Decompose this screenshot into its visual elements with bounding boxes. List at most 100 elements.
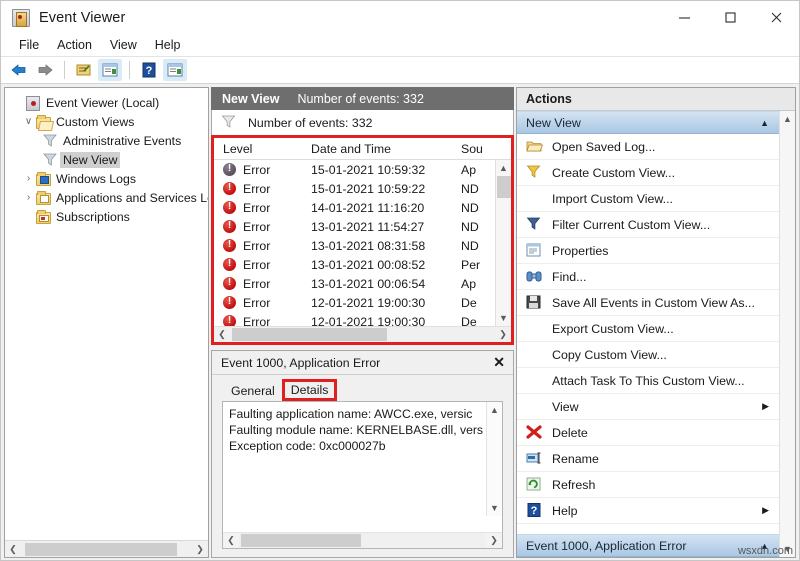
chevron-right-icon[interactable]: › xyxy=(21,174,36,184)
action-delete[interactable]: Delete xyxy=(517,420,779,446)
table-row[interactable]: Error 13-01-2021 08:31:58 ND xyxy=(214,236,511,255)
scroll-up-icon[interactable]: ▲ xyxy=(487,402,503,418)
table-row[interactable]: Error 15-01-2021 10:59:22 ND xyxy=(214,179,511,198)
action-import-custom-view[interactable]: Import Custom View... xyxy=(517,186,779,212)
tree-item-custom-views[interactable]: ∨ Custom Views xyxy=(5,112,208,131)
event-list-horizontal-scrollbar[interactable]: ❮ ❯ xyxy=(214,326,511,342)
actions-group-label: Event 1000, Application Error xyxy=(526,539,760,553)
action-label: Filter Current Custom View... xyxy=(552,218,779,232)
scroll-track[interactable] xyxy=(239,533,486,548)
toolbar: ? xyxy=(1,57,799,84)
event-datetime: 12-01-2021 19:00:30 xyxy=(311,296,461,310)
folder-subscriptions-icon xyxy=(36,210,52,224)
action-create-custom-view[interactable]: Create Custom View... xyxy=(517,160,779,186)
details-horizontal-scrollbar[interactable]: ❮ ❯ xyxy=(223,532,502,548)
table-row[interactable]: Error 13-01-2021 11:54:27 ND xyxy=(214,217,511,236)
tree-item-windows-logs[interactable]: › Windows Logs xyxy=(5,169,208,188)
action-label: Export Custom View... xyxy=(552,322,779,336)
chevron-right-icon[interactable]: › xyxy=(21,193,36,203)
scroll-up-icon[interactable]: ▲ xyxy=(780,111,796,127)
detail-line: Faulting application name: AWCC.exe, ver… xyxy=(229,406,502,422)
chevron-up-icon[interactable]: ▲ xyxy=(760,118,769,128)
minimize-button[interactable] xyxy=(661,1,707,34)
scroll-track[interactable] xyxy=(21,542,192,557)
action-rename[interactable]: Rename xyxy=(517,446,779,472)
back-icon[interactable] xyxy=(7,59,31,81)
action-help[interactable]: ? Help ▶ xyxy=(517,498,779,524)
action-export-custom-view[interactable]: Export Custom View... xyxy=(517,316,779,342)
action-save-all-events-in-custom-view-as[interactable]: Save All Events in Custom View As... xyxy=(517,290,779,316)
menu-help[interactable]: Help xyxy=(146,36,190,54)
tab-general[interactable]: General xyxy=(224,381,282,401)
tab-details[interactable]: Details xyxy=(282,379,338,401)
chevron-down-icon[interactable]: ∨ xyxy=(21,117,36,127)
scroll-right-icon[interactable]: ❯ xyxy=(495,327,511,342)
scroll-thumb[interactable] xyxy=(241,534,361,547)
show-hide-console-tree-icon[interactable] xyxy=(72,59,96,81)
event-details-text[interactable]: Faulting application name: AWCC.exe, ver… xyxy=(223,402,502,532)
event-list-header: Level Date and Time Sou xyxy=(214,138,511,160)
event-list-vertical-scrollbar[interactable]: ▲ ▼ xyxy=(495,160,511,326)
actions-group-label: New View xyxy=(526,116,760,130)
funnel-icon xyxy=(526,165,544,181)
properties-icon[interactable] xyxy=(98,59,122,81)
action-open-saved-log[interactable]: Open Saved Log... xyxy=(517,134,779,160)
action-find[interactable]: Find... xyxy=(517,264,779,290)
table-row[interactable]: Error 15-01-2021 10:59:32 Ap xyxy=(214,160,511,179)
scroll-down-icon[interactable]: ▼ xyxy=(487,500,503,516)
scroll-up-icon[interactable]: ▲ xyxy=(496,160,512,176)
scroll-thumb[interactable] xyxy=(232,328,387,341)
close-icon[interactable]: ✕ xyxy=(493,354,505,371)
action-label: Delete xyxy=(552,426,779,440)
event-list[interactable]: Error 15-01-2021 10:59:32 Ap Error 15-01… xyxy=(214,160,511,326)
scroll-thumb[interactable] xyxy=(497,176,511,198)
scroll-left-icon[interactable]: ❮ xyxy=(223,533,239,548)
tree-item-administrative-events[interactable]: Administrative Events xyxy=(5,131,208,150)
close-button[interactable] xyxy=(753,1,799,34)
tree-item-event-viewer-local[interactable]: Event Viewer (Local) xyxy=(5,93,208,112)
scroll-left-icon[interactable]: ❮ xyxy=(214,327,230,342)
help-icon[interactable]: ? xyxy=(137,59,161,81)
event-level: Error xyxy=(243,201,270,215)
action-refresh[interactable]: Refresh xyxy=(517,472,779,498)
scroll-right-icon[interactable]: ❯ xyxy=(192,542,208,557)
column-header-source[interactable]: Sou xyxy=(461,142,495,156)
action-filter-current-custom-view[interactable]: Filter Current Custom View... xyxy=(517,212,779,238)
show-hide-action-pane-icon[interactable] xyxy=(163,59,187,81)
scroll-track[interactable] xyxy=(496,176,512,310)
action-view[interactable]: View ▶ xyxy=(517,394,779,420)
table-row[interactable]: Error 12-01-2021 19:00:30 De xyxy=(214,293,511,312)
scroll-down-icon[interactable]: ▼ xyxy=(496,310,512,326)
scroll-right-icon[interactable]: ❯ xyxy=(486,533,502,548)
no-icon xyxy=(526,399,544,415)
forward-icon[interactable] xyxy=(33,59,57,81)
actions-vertical-scrollbar[interactable]: ▲ ▼ xyxy=(779,111,795,557)
table-row[interactable]: Error 13-01-2021 00:08:52 Per xyxy=(214,255,511,274)
action-copy-custom-view[interactable]: Copy Custom View... xyxy=(517,342,779,368)
maximize-button[interactable] xyxy=(707,1,753,34)
menu-view[interactable]: View xyxy=(101,36,146,54)
main-panes: Event Viewer (Local) ∨ Custom Views Admi… xyxy=(1,85,799,560)
tree-item-subscriptions[interactable]: Subscriptions xyxy=(5,207,208,226)
tree-item-new-view[interactable]: New View xyxy=(5,150,208,169)
filter-bar[interactable]: Number of events: 332 xyxy=(211,110,514,135)
action-properties[interactable]: Properties xyxy=(517,238,779,264)
event-datetime: 13-01-2021 00:06:54 xyxy=(311,277,461,291)
tree-horizontal-scrollbar[interactable]: ❮ ❯ xyxy=(5,540,208,557)
action-attach-task-to-this-custom-view[interactable]: Attach Task To This Custom View... xyxy=(517,368,779,394)
tree-item-label: Windows Logs xyxy=(56,172,136,186)
actions-group-new-view[interactable]: New View ▲ xyxy=(517,111,779,134)
details-vertical-scrollbar[interactable]: ▲ ▼ xyxy=(486,402,502,516)
scroll-left-icon[interactable]: ❮ xyxy=(5,542,21,557)
menu-action[interactable]: Action xyxy=(48,36,101,54)
folder-logs-icon xyxy=(36,172,52,186)
column-header-date[interactable]: Date and Time xyxy=(311,142,461,156)
table-row[interactable]: Error 13-01-2021 00:06:54 Ap xyxy=(214,274,511,293)
menu-file[interactable]: File xyxy=(10,36,48,54)
scroll-track[interactable] xyxy=(230,327,495,342)
table-row[interactable]: Error 14-01-2021 11:16:20 ND xyxy=(214,198,511,217)
table-row[interactable]: Error 12-01-2021 19:00:30 De xyxy=(214,312,511,326)
column-header-level[interactable]: Level xyxy=(214,142,311,156)
scroll-thumb[interactable] xyxy=(25,543,177,556)
tree-item-applications-and-services-logs[interactable]: › Applications and Services Log xyxy=(5,188,208,207)
